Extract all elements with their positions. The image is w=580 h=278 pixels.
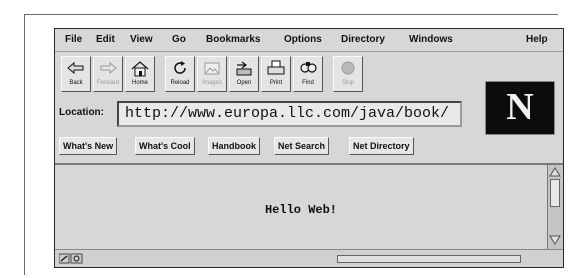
print-label: Print — [269, 80, 283, 86]
forward-button[interactable]: Forward — [93, 56, 123, 92]
find-icon — [300, 62, 317, 73]
browser-window: File Edit View Go Bookmarks Options Dire… — [54, 28, 564, 268]
netscape-logo: N — [485, 81, 555, 135]
back-label: Back — [69, 80, 83, 86]
images-label: Images — [202, 80, 222, 86]
progress-bar — [337, 255, 521, 263]
menu-help[interactable]: Help — [526, 34, 548, 45]
menu-bar: File Edit View Go Bookmarks Options Dire… — [55, 29, 563, 52]
net-directory-button[interactable]: Net Directory — [349, 137, 414, 155]
page-content: Hello Web! — [55, 163, 547, 251]
menu-windows[interactable]: Windows — [409, 34, 453, 45]
stop-icon — [341, 61, 355, 75]
whats-new-button[interactable]: What's New — [59, 137, 118, 155]
menu-directory[interactable]: Directory — [341, 34, 385, 45]
status-bar — [55, 249, 563, 267]
location-label: Location: — [59, 107, 104, 118]
find-label: Find — [302, 80, 314, 86]
back-button[interactable]: Back — [61, 56, 91, 92]
menu-edit[interactable]: Edit — [96, 34, 115, 45]
print-icon — [267, 60, 285, 75]
home-icon — [131, 61, 149, 77]
whats-cool-button[interactable]: What's Cool — [135, 137, 195, 155]
stop-label: Stop — [341, 80, 355, 86]
menu-go[interactable]: Go — [172, 34, 186, 45]
scroll-down-icon[interactable] — [548, 235, 562, 245]
home-button[interactable]: Home — [125, 56, 155, 92]
reload-icon — [174, 61, 186, 74]
images-icon — [204, 62, 220, 75]
back-arrow-icon — [67, 61, 84, 75]
location-input[interactable]: http://www.europa.llc.com/java/book/ — [117, 101, 462, 127]
stop-button[interactable]: Stop — [333, 56, 363, 92]
home-label: Home — [131, 80, 148, 86]
security-key-icon — [59, 253, 83, 264]
handbook-button[interactable]: Handbook — [208, 137, 260, 155]
forward-label: Forward — [96, 80, 119, 86]
scroll-up-icon[interactable] — [548, 167, 562, 177]
open-button[interactable]: Open — [229, 56, 259, 92]
menu-file[interactable]: File — [65, 34, 82, 45]
reload-button[interactable]: Reload — [165, 56, 195, 92]
menu-options[interactable]: Options — [284, 34, 322, 45]
vertical-scrollbar[interactable] — [547, 163, 563, 249]
logo-letter: N — [506, 86, 534, 128]
menu-bookmarks[interactable]: Bookmarks — [206, 34, 260, 45]
net-search-button[interactable]: Net Search — [274, 137, 330, 155]
images-button[interactable]: Images — [197, 56, 227, 92]
open-icon — [236, 61, 252, 76]
print-button[interactable]: Print — [261, 56, 291, 92]
find-button[interactable]: Find — [293, 56, 323, 92]
page-text: Hello Web! — [264, 203, 337, 217]
scroll-thumb[interactable] — [550, 179, 560, 207]
menu-view[interactable]: View — [130, 34, 153, 45]
reload-label: Reload — [170, 80, 190, 86]
open-label: Open — [236, 80, 252, 86]
forward-arrow-icon — [100, 61, 117, 75]
